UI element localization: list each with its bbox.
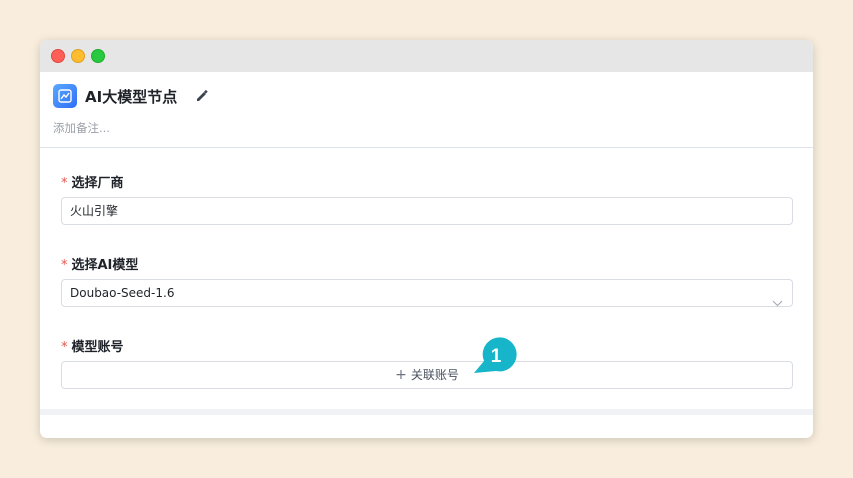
- footer-divider: [40, 409, 813, 415]
- model-value: Doubao-Seed-1.6: [70, 286, 175, 300]
- title-bar: [40, 40, 813, 72]
- minimize-window-button[interactable]: [71, 49, 85, 63]
- vendor-label-text: 选择厂商: [71, 176, 124, 191]
- link-account-button[interactable]: + 关联账号: [61, 361, 793, 389]
- account-label: * 模型账号: [61, 336, 124, 355]
- model-label: * 选择AI模型: [61, 254, 138, 273]
- model-label-text: 选择AI模型: [71, 258, 139, 273]
- account-label-text: 模型账号: [71, 340, 124, 355]
- required-mark: *: [61, 176, 68, 191]
- maximize-window-button[interactable]: [91, 49, 105, 63]
- node-title: AI大模型节点: [85, 88, 178, 106]
- edit-title-icon[interactable]: [195, 88, 209, 107]
- ai-model-icon: [53, 84, 77, 108]
- chevron-down-icon: [772, 290, 783, 316]
- required-mark: *: [61, 258, 68, 273]
- close-window-button[interactable]: [51, 49, 65, 63]
- node-header: AI大模型节点 添加备注...: [40, 72, 813, 148]
- vendor-field[interactable]: 火山引擎: [61, 197, 793, 225]
- required-mark: *: [61, 340, 68, 355]
- vendor-label: * 选择厂商: [61, 172, 124, 191]
- model-select[interactable]: Doubao-Seed-1.6: [61, 279, 793, 307]
- app-window: AI大模型节点 添加备注... * 选择厂商 火山引擎 * 选择AI模型 Douba…: [40, 40, 813, 438]
- callout-number: 1: [490, 346, 502, 367]
- remark-input[interactable]: 添加备注...: [53, 120, 110, 136]
- vendor-value: 火山引擎: [70, 204, 119, 218]
- plus-icon: +: [395, 367, 407, 383]
- link-account-label: 关联账号: [410, 368, 459, 382]
